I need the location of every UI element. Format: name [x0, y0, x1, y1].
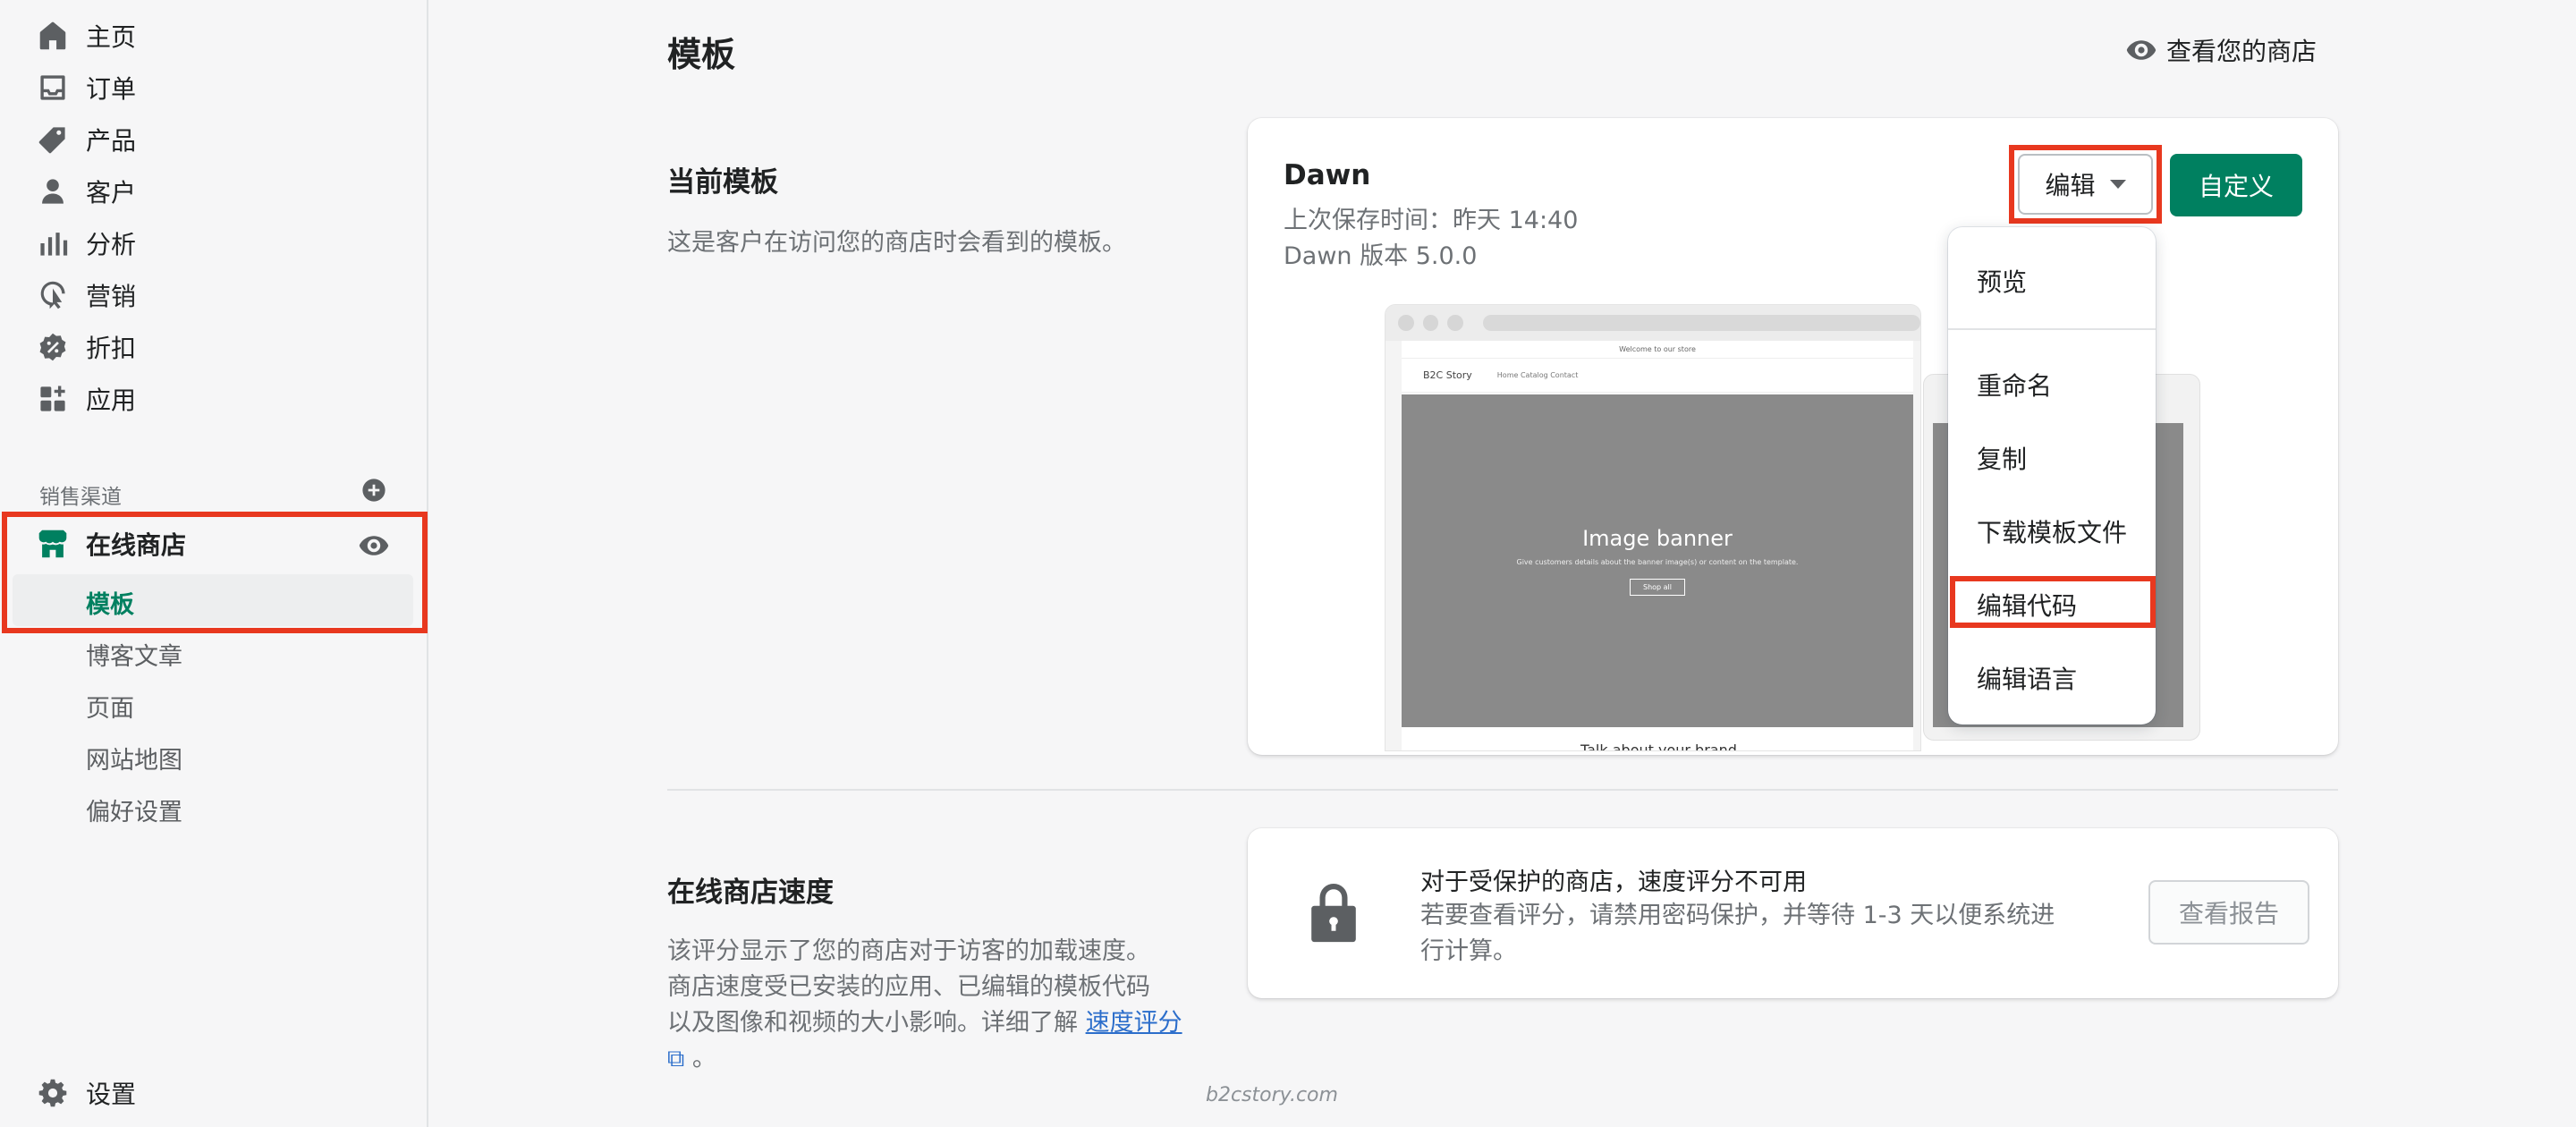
sidebar-item-apps[interactable]: 应用	[38, 376, 413, 422]
menu-item-edit-code[interactable]: 编辑代码	[1977, 587, 2077, 623]
speed-desc-end: 。	[684, 1045, 716, 1072]
menu-item-rename[interactable]: 重命名	[1977, 367, 2052, 402]
store-icon	[38, 529, 68, 559]
preview-announcement: Welcome to our store	[1402, 341, 1913, 359]
current-theme-title: 当前模板	[667, 166, 778, 199]
speed-desc-line: 商店速度受已安装的应用、已编辑的模板代码	[667, 973, 1150, 1001]
edit-label: 编辑	[2045, 171, 2096, 200]
sidebar-item-label: 设置	[86, 1080, 137, 1109]
menu-item-duplicate[interactable]: 复制	[1977, 440, 2027, 476]
page-title: 模板	[667, 35, 736, 74]
preview-page: Welcome to our store B2C Story Home Cata…	[1402, 341, 1913, 751]
eye-icon	[2126, 40, 2157, 60]
watermark: b2cstory.com	[1206, 1084, 1338, 1106]
speed-score-link[interactable]: 速度评分	[1086, 1009, 1182, 1037]
sidebar-item-orders[interactable]: 订单	[38, 64, 413, 111]
sidebar-item-label: 订单	[86, 74, 137, 104]
sidebar-item-home[interactable]: 主页	[38, 13, 413, 59]
sidebar-subitem-blog-posts[interactable]: 博客文章	[86, 637, 182, 672]
lock-icon	[1306, 880, 1361, 943]
sidebar-item-settings[interactable]: 设置	[38, 1070, 413, 1116]
sidebar-item-customers[interactable]: 客户	[38, 168, 413, 215]
sidebar-item-marketing[interactable]: 营销	[38, 272, 413, 318]
speed-section-title: 在线商店速度	[667, 877, 834, 909]
orders-icon	[38, 72, 68, 103]
menu-item-download-theme[interactable]: 下载模板文件	[1977, 513, 2127, 549]
sidebar-item-label: 客户	[86, 178, 137, 208]
sidebar-item-label: 折扣	[86, 334, 137, 363]
eye-icon[interactable]	[358, 530, 390, 562]
preview-banner: Image banner Give customers details abou…	[1402, 394, 1913, 727]
preview-caption: Talk about your brand	[1580, 741, 1737, 751]
last-saved: 上次保存时间：昨天 14:40	[1284, 207, 1579, 234]
sidebar-item-label: 主页	[86, 22, 137, 52]
discount-icon	[38, 332, 68, 362]
sidebar-item-discounts[interactable]: 折扣	[38, 324, 413, 370]
view-store-button[interactable]: 查看您的商店	[2125, 32, 2317, 68]
browser-bar	[1385, 305, 1920, 341]
sidebar-subitem-pages[interactable]: 页面	[86, 689, 134, 724]
sidebar-item-label: 产品	[86, 126, 137, 156]
online-store-label: 在线商店	[86, 530, 187, 560]
preview-brand: B2C Story	[1423, 369, 1472, 381]
section-divider	[667, 789, 2338, 791]
menu-item-edit-languages[interactable]: 编辑语言	[1977, 660, 2077, 696]
analytics-icon	[38, 228, 68, 258]
speed-desc-line: 以及图像和视频的大小影响。详细了解	[667, 1009, 1086, 1037]
sidebar-subitem-themes[interactable]: 模板	[86, 585, 134, 620]
theme-preview-desktop: Welcome to our store B2C Story Home Cata…	[1385, 304, 1921, 751]
view-store-label: 查看您的商店	[2166, 37, 2318, 66]
sidebar-item-online-store[interactable]: 在线商店	[38, 521, 186, 567]
menu-item-preview[interactable]: 预览	[1977, 263, 2027, 299]
sidebar-item-label: 营销	[86, 282, 137, 311]
customize-button[interactable]: 自定义	[2170, 154, 2302, 216]
preview-nav-links: Home Catalog Contact	[1496, 371, 1579, 379]
speed-card-title: 对于受保护的商店，速度评分不可用	[1420, 869, 1807, 896]
sidebar-subitem-navigation[interactable]: 网站地图	[86, 741, 182, 775]
edit-dropdown-menu	[1948, 227, 2156, 724]
edit-dropdown-button[interactable]: 编辑	[2018, 154, 2153, 215]
home-icon	[38, 21, 68, 51]
current-theme-description: 这是客户在访问您的商店时会看到的模板。	[667, 229, 1126, 257]
marketing-icon	[38, 280, 68, 310]
customer-icon	[38, 176, 68, 207]
theme-version: Dawn 版本 5.0.0	[1284, 242, 1478, 270]
preview-banner-button: Shop all	[1629, 579, 1685, 596]
gear-icon	[38, 1078, 68, 1108]
caret-down-icon	[2109, 180, 2126, 189]
sidebar: 主页 订单 产品 客户 分析 营销 折扣 应用 销售渠道 在线商店 模板 博客文…	[0, 0, 428, 1127]
external-link-icon[interactable]: ⧉	[667, 1045, 684, 1072]
tag-icon	[38, 124, 68, 155]
sidebar-item-label: 应用	[86, 386, 137, 415]
theme-name: Dawn	[1284, 159, 1371, 191]
sidebar-item-label: 分析	[86, 230, 137, 259]
preview-banner-subtitle: Give customers details about the banner …	[1516, 558, 1799, 566]
speed-desc-line: 该评分显示了您的商店对于访客的加载速度。	[667, 937, 1150, 965]
apps-icon	[38, 384, 68, 414]
speed-description: 该评分显示了您的商店对于访客的加载速度。 商店速度受已安装的应用、已编辑的模板代…	[667, 934, 1186, 1077]
speed-card-description: 若要查看评分，请禁用密码保护，并等待 1-3 天以便系统进行计算。	[1420, 902, 2055, 965]
sales-channels-label: 销售渠道	[39, 486, 122, 509]
active-item-background	[13, 574, 413, 626]
preview-banner-title: Image banner	[1582, 526, 1733, 551]
sidebar-subitem-preferences[interactable]: 偏好设置	[86, 792, 182, 827]
view-report-button[interactable]: 查看报告	[2148, 880, 2309, 945]
dropdown-divider	[1948, 328, 2156, 330]
sidebar-item-products[interactable]: 产品	[38, 116, 413, 163]
sidebar-item-analytics[interactable]: 分析	[38, 220, 413, 267]
preview-header: B2C Story Home Catalog Contact	[1402, 359, 1913, 393]
add-channel-icon[interactable]	[361, 478, 386, 503]
